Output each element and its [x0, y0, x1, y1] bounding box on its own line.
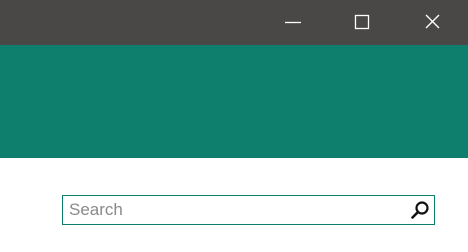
search-box	[62, 195, 435, 225]
minimize-icon	[285, 21, 301, 24]
app-window	[0, 0, 468, 252]
maximize-button[interactable]	[339, 0, 385, 45]
close-button[interactable]	[409, 0, 455, 45]
close-icon	[425, 14, 440, 29]
search-icon[interactable]	[410, 200, 430, 220]
search-input[interactable]	[63, 196, 403, 223]
title-bar	[0, 0, 468, 45]
header-banner	[0, 45, 468, 158]
minimize-button[interactable]	[270, 0, 316, 45]
maximize-icon	[354, 14, 370, 30]
